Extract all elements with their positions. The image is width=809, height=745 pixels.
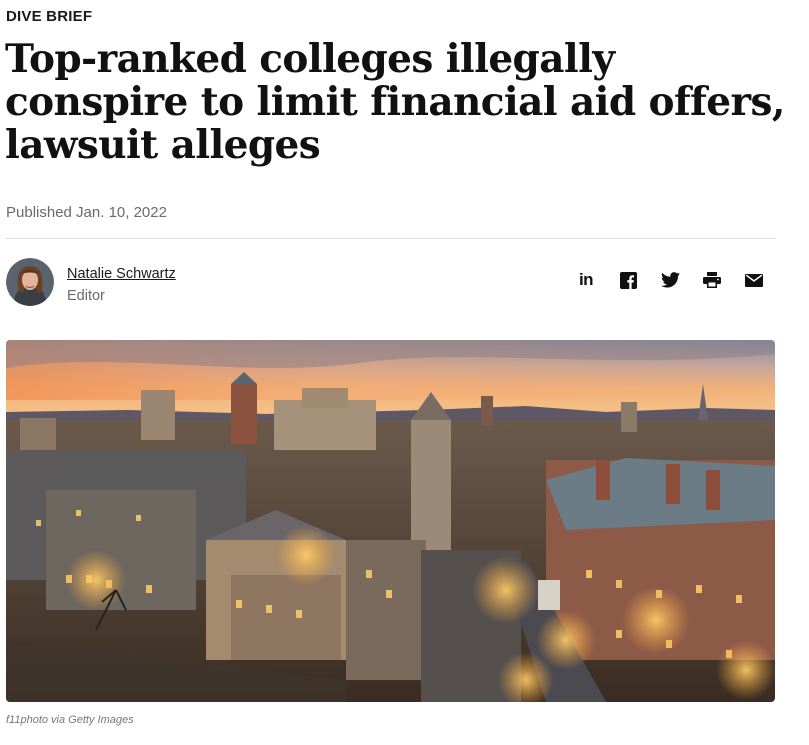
facebook-icon[interactable] [618, 270, 638, 290]
print-icon[interactable] [702, 270, 722, 290]
hero-image [6, 340, 775, 702]
article-headline: Top-ranked colleges illegally conspire t… [5, 36, 785, 168]
author-avatar[interactable] [6, 258, 54, 306]
twitter-icon[interactable] [660, 270, 680, 290]
author-name-link[interactable]: Natalie Schwartz [67, 266, 176, 282]
published-date: Published Jan. 10, 2022 [6, 204, 167, 221]
linkedin-icon[interactable]: in [576, 270, 596, 290]
email-icon[interactable] [744, 270, 764, 290]
divider [6, 238, 775, 239]
author-role: Editor [67, 288, 105, 304]
article-kicker[interactable]: DIVE BRIEF [6, 8, 92, 25]
image-caption: f11photo via Getty Images [6, 714, 134, 726]
linkedin-icon-text: in [578, 270, 594, 289]
